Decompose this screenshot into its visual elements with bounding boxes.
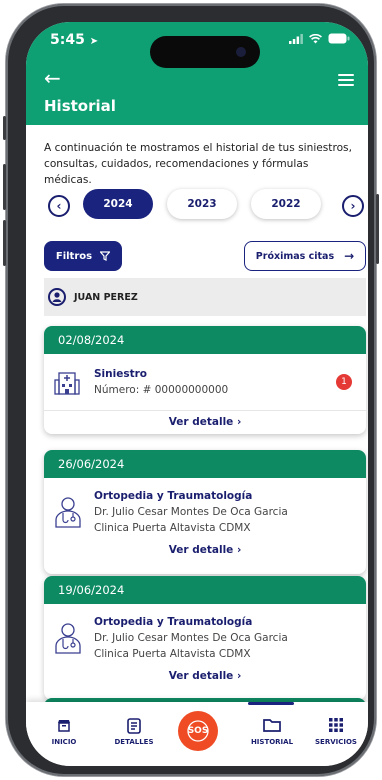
- history-card[interactable]: 19/06/2024 Ortopedia y Traumatología Dr.…: [44, 576, 366, 700]
- nav-inicio[interactable]: INICIO: [34, 718, 94, 746]
- dynamic-island: [150, 36, 260, 68]
- nav-inicio-label: INICIO: [51, 738, 77, 746]
- arrow-right-icon: →: [344, 249, 355, 263]
- status-time: 5:45 ➤: [50, 32, 98, 48]
- nav-detalles[interactable]: DETALLES: [104, 718, 164, 746]
- page-title: Historial: [44, 97, 116, 115]
- volume-down-button: [3, 220, 6, 266]
- sos-button[interactable]: SOS: [178, 711, 218, 751]
- year-pill-2022[interactable]: 2022: [251, 189, 321, 219]
- card-line: Dr. Julio Cesar Montes De Oca Garcia: [94, 632, 288, 644]
- user-bar: JUAN PEREZ: [44, 278, 366, 316]
- chevron-left-icon[interactable]: ‹: [48, 195, 70, 217]
- status-icons: [289, 33, 350, 44]
- nav-servicios-label: SERVICIOS: [315, 738, 357, 746]
- filter-button[interactable]: Filtros: [44, 241, 122, 271]
- power-button: [376, 194, 379, 264]
- nav-historial-label: HISTORIAL: [250, 738, 294, 746]
- card-title: Siniestro: [94, 368, 148, 380]
- app-header: 5:45 ➤ ← Historial: [26, 22, 368, 125]
- ver-detalle-label: Ver detalle: [168, 670, 234, 682]
- grid-icon: [329, 718, 343, 732]
- active-tab-indicator: [248, 702, 294, 705]
- bottom-nav: INICIO DETALLES SOS HISTORIAL SERVICIOS: [26, 702, 368, 766]
- history-card[interactable]: 02/08/2024 Siniestro Número: # 000000000…: [44, 326, 366, 434]
- card-divider: [44, 410, 366, 411]
- camera: [236, 47, 246, 57]
- folder-icon: [263, 719, 281, 732]
- card-line: Clinica Puerta Altavista CDMX: [94, 648, 251, 660]
- sos-label: SOS: [187, 726, 209, 736]
- card-title: Ortopedia y Traumatología: [94, 616, 253, 628]
- notification-badge: 1: [336, 374, 352, 390]
- card-date: 26/06/2024: [44, 450, 366, 478]
- card-date: 19/06/2024: [44, 576, 366, 604]
- ver-detalle-label: Ver detalle: [168, 544, 234, 556]
- filter-icon: [100, 251, 111, 261]
- screen: 5:45 ➤ ← Historial A continuación te mos…: [26, 22, 368, 766]
- user-icon: [48, 288, 66, 306]
- back-arrow-icon[interactable]: ←: [44, 68, 61, 88]
- chevron-right-icon[interactable]: ›: [342, 195, 364, 217]
- year-pill-2024[interactable]: 2024: [83, 189, 153, 219]
- card-line: Dr. Julio Cesar Montes De Oca Garcia: [94, 506, 288, 518]
- location-icon: ➤: [89, 36, 99, 47]
- home-icon: [58, 720, 70, 732]
- doctor-icon: [55, 497, 81, 528]
- ver-detalle-link[interactable]: Ver detalle ›: [44, 544, 366, 556]
- doctor-icon: [55, 623, 81, 654]
- upcoming-appointments-button[interactable]: Próximas citas →: [244, 241, 366, 271]
- nav-detalles-label: DETALLES: [114, 738, 154, 746]
- year-pill-2023[interactable]: 2023: [167, 189, 237, 219]
- signal-icon: [289, 33, 303, 44]
- intro-text: A continuación te mostramos el historial…: [44, 142, 352, 186]
- history-card[interactable]: 26/06/2024 Ortopedia y Traumatología Dr.…: [44, 450, 366, 574]
- ver-detalle-link[interactable]: Ver detalle ›: [44, 416, 366, 428]
- upcoming-appointments-label: Próximas citas: [255, 250, 335, 262]
- card-date: 02/08/2024: [44, 326, 366, 354]
- ver-detalle-label: Ver detalle: [168, 416, 234, 428]
- phone-frame: 5:45 ➤ ← Historial A continuación te mos…: [3, 4, 379, 776]
- nav-servicios[interactable]: SERVICIOS: [306, 718, 366, 746]
- filter-button-label: Filtros: [55, 250, 93, 262]
- card-line: Clinica Puerta Altavista CDMX: [94, 522, 251, 534]
- card-line: Número: # 00000000000: [94, 384, 229, 396]
- volume-up-button: [3, 164, 6, 210]
- ver-detalle-link[interactable]: Ver detalle ›: [44, 670, 366, 682]
- details-icon: [127, 718, 141, 734]
- card-title: Ortopedia y Traumatología: [94, 490, 253, 502]
- menu-icon[interactable]: [338, 74, 354, 89]
- user-name: JUAN PEREZ: [74, 291, 138, 303]
- battery-icon: [328, 33, 350, 44]
- wifi-icon: [309, 33, 322, 43]
- hospital-icon: [54, 372, 80, 395]
- status-time-label: 5:45: [50, 32, 85, 48]
- nav-historial[interactable]: HISTORIAL: [242, 718, 302, 746]
- mute-switch: [3, 116, 6, 140]
